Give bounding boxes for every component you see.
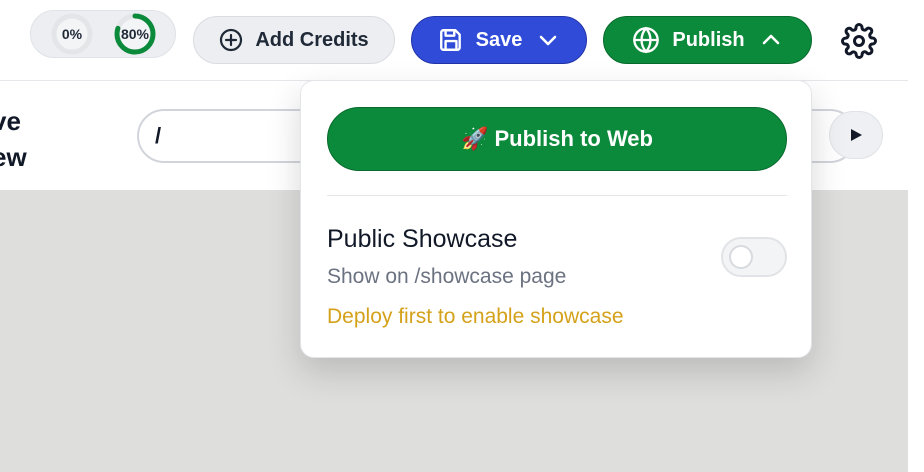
showcase-subtitle: Show on /showcase page xyxy=(327,265,567,288)
play-button[interactable] xyxy=(829,111,883,159)
save-button[interactable]: Save xyxy=(411,16,587,64)
add-credits-button[interactable]: Add Credits xyxy=(193,16,395,64)
save-label: Save xyxy=(475,28,523,51)
publish-dropdown: 🚀 Publish to Web Public Showcase Show on… xyxy=(300,80,812,358)
toggle-knob xyxy=(729,245,753,269)
floppy-disk-icon xyxy=(438,27,464,53)
gear-icon xyxy=(841,23,877,59)
globe-icon xyxy=(632,26,660,54)
publish-to-web-button[interactable]: 🚀 Publish to Web xyxy=(327,107,787,171)
publish-label: Publish xyxy=(672,28,745,51)
dropdown-divider xyxy=(327,195,787,196)
settings-button[interactable] xyxy=(840,22,878,60)
showcase-warning: Deploy first to enable showcase xyxy=(327,305,624,328)
add-credits-label: Add Credits xyxy=(255,28,369,51)
showcase-toggle[interactable] xyxy=(721,237,787,277)
usage-percent-a: 0% xyxy=(61,26,83,42)
usage-ring-a: 0% xyxy=(50,12,94,56)
chevron-up-icon[interactable] xyxy=(759,28,783,52)
usage-ring-b: 80% xyxy=(113,12,157,56)
top-toolbar: 0% 80% Add Credits Save Publish xyxy=(0,0,924,80)
plus-circle-icon xyxy=(219,28,243,52)
play-icon xyxy=(851,129,862,141)
usage-percent-b: 80% xyxy=(120,26,150,42)
usage-indicator: 0% 80% xyxy=(30,10,176,58)
showcase-title: Public Showcase xyxy=(327,225,518,253)
publish-button[interactable]: Publish xyxy=(603,16,812,64)
chevron-down-icon[interactable] xyxy=(536,28,560,52)
preview-title: ve ew xyxy=(0,106,27,172)
